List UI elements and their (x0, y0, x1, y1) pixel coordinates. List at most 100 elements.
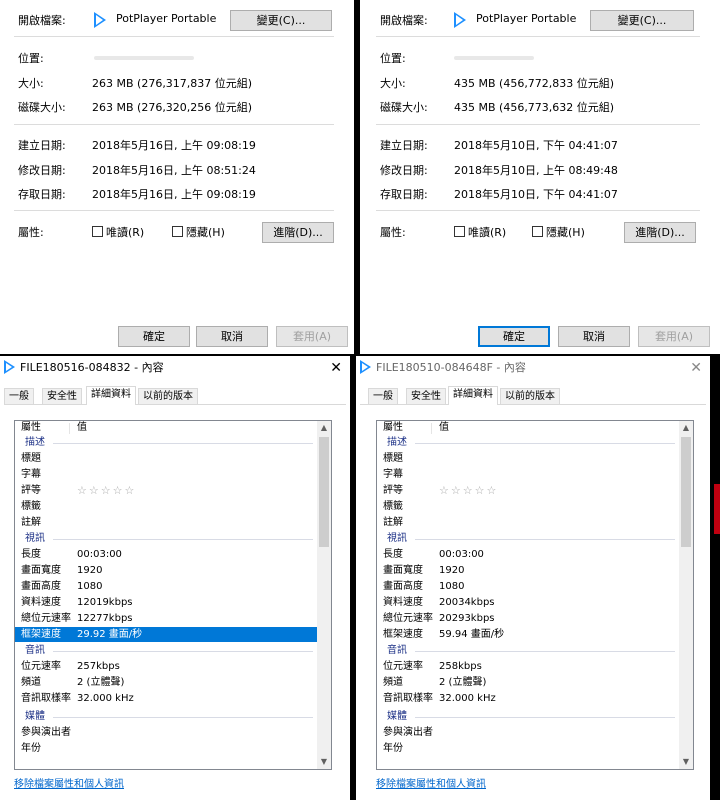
column-header-property[interactable]: 屬性 (21, 421, 41, 435)
tab-security[interactable]: 安全性 (42, 388, 82, 404)
column-header-property[interactable]: 屬性 (383, 421, 403, 435)
list-item[interactable]: 資料速度 12019kbps (15, 595, 317, 610)
list-item[interactable]: 註解 (15, 515, 317, 530)
list-item[interactable]: 音訊取樣率 32.000 kHz (15, 691, 317, 706)
tab-general[interactable]: 一般 (4, 388, 34, 404)
readonly-label[interactable]: 唯讀(R) (468, 224, 506, 240)
chevron-down-icon[interactable]: ▼ (317, 755, 331, 769)
group-media[interactable]: 媒體 (377, 709, 679, 724)
ok-button[interactable]: 確定 (478, 326, 550, 347)
title-bar: FILE180516-084832 - 內容 ✕ (0, 356, 350, 380)
ok-button[interactable]: 確定 (118, 326, 190, 347)
apply-button[interactable]: 套用(A) (638, 326, 710, 347)
list-item[interactable]: 年份 (15, 741, 317, 756)
hidden-checkbox[interactable] (532, 226, 543, 237)
readonly-label[interactable]: 唯讀(R) (106, 224, 144, 240)
disk-size-value: 435 MB (456,773,632 位元組) (454, 101, 615, 114)
list-item[interactable]: 評等 ☆☆☆☆☆ (377, 483, 679, 498)
group-video[interactable]: 視訊 (15, 531, 317, 546)
column-divider[interactable] (69, 423, 70, 434)
chevron-up-icon[interactable]: ▲ (679, 421, 693, 435)
potplayer-icon (94, 12, 106, 28)
advanced-button[interactable]: 進階(D)... (624, 222, 696, 243)
hidden-label[interactable]: 隱藏(H) (546, 224, 585, 240)
advanced-button[interactable]: 進階(D)... (262, 222, 334, 243)
list-item[interactable]: 畫面寬度 1920 (377, 563, 679, 578)
tab-previous-versions[interactable]: 以前的版本 (138, 388, 198, 404)
separator (14, 210, 334, 211)
size-label: 大小: (18, 77, 44, 90)
tab-general[interactable]: 一般 (368, 388, 398, 404)
close-icon[interactable]: ✕ (330, 356, 342, 380)
open-with-label: 開啟檔案: (380, 14, 428, 27)
tab-bar: 一般 安全性 詳細資料 以前的版本 (4, 386, 346, 405)
list-item[interactable]: 註解 (377, 515, 679, 530)
scrollbar[interactable]: ▲ ▼ (679, 421, 693, 769)
tab-security[interactable]: 安全性 (406, 388, 446, 404)
tab-details[interactable]: 詳細資料 (86, 386, 136, 405)
group-description[interactable]: 描述 (15, 435, 317, 450)
list-item[interactable]: 年份 (377, 741, 679, 756)
chevron-up-icon[interactable]: ▲ (317, 421, 331, 435)
list-item[interactable]: 總位元速率 20293kbps (377, 611, 679, 626)
group-audio[interactable]: 音訊 (377, 643, 679, 658)
created-value: 2018年5月16日, 上午 09:08:19 (92, 139, 256, 152)
list-item[interactable]: 位元速率 257kbps (15, 659, 317, 674)
list-item[interactable]: 長度 00:03:00 (377, 547, 679, 562)
readonly-checkbox[interactable] (92, 226, 103, 237)
list-item[interactable]: 參與演出者 (15, 725, 317, 740)
cancel-button[interactable]: 取消 (558, 326, 630, 347)
scrollbar-thumb[interactable] (681, 437, 691, 547)
readonly-checkbox[interactable] (454, 226, 465, 237)
property-list[interactable]: 屬性 值 描述 標題 字幕 評等 ☆☆☆☆☆ 標籤 註解 視訊 長度 00:03:0… (14, 420, 332, 770)
cancel-button[interactable]: 取消 (196, 326, 268, 347)
created-label: 建立日期: (18, 139, 66, 152)
group-video[interactable]: 視訊 (377, 531, 679, 546)
list-item[interactable]: 參與演出者 (377, 725, 679, 740)
column-divider[interactable] (431, 423, 432, 434)
list-item[interactable]: 評等 ☆☆☆☆☆ (15, 483, 317, 498)
property-list[interactable]: 屬性 值 描述 標題 字幕 評等 ☆☆☆☆☆ 標籤 註解 視訊 長度 00:03:0… (376, 420, 694, 770)
hidden-label[interactable]: 隱藏(H) (186, 224, 225, 240)
list-item-selected[interactable]: 框架速度 29.92 畫面/秒 (15, 627, 317, 642)
location-label: 位置: (380, 52, 406, 65)
list-item[interactable]: 頻道 2 (立體聲) (377, 675, 679, 690)
list-item[interactable]: 字幕 (15, 467, 317, 482)
scrollbar-thumb[interactable] (319, 437, 329, 547)
group-audio[interactable]: 音訊 (15, 643, 317, 658)
column-header-value[interactable]: 值 (439, 421, 449, 435)
list-item[interactable]: 長度 00:03:00 (15, 547, 317, 562)
column-header-value[interactable]: 值 (77, 421, 87, 435)
list-item[interactable]: 畫面高度 1080 (15, 579, 317, 594)
hidden-checkbox[interactable] (172, 226, 183, 237)
list-item[interactable]: 位元速率 258kbps (377, 659, 679, 674)
modified-label: 修改日期: (380, 164, 428, 177)
list-item[interactable]: 標題 (377, 451, 679, 466)
apply-button[interactable]: 套用(A) (276, 326, 348, 347)
list-item[interactable]: 標籤 (377, 499, 679, 514)
tab-details[interactable]: 詳細資料 (448, 386, 498, 405)
rating-stars[interactable]: ☆☆☆☆☆ (439, 483, 498, 498)
close-icon[interactable]: ✕ (690, 356, 702, 380)
list-item[interactable]: 畫面寬度 1920 (15, 563, 317, 578)
tab-previous-versions[interactable]: 以前的版本 (500, 388, 560, 404)
list-item[interactable]: 字幕 (377, 467, 679, 482)
group-media[interactable]: 媒體 (15, 709, 317, 724)
change-button[interactable]: 變更(C)... (590, 10, 694, 31)
list-item[interactable]: 資料速度 20034kbps (377, 595, 679, 610)
change-button[interactable]: 變更(C)... (230, 10, 332, 31)
group-description[interactable]: 描述 (377, 435, 679, 450)
list-item[interactable]: 框架速度 59.94 畫面/秒 (377, 627, 679, 642)
list-item[interactable]: 總位元速率 12277kbps (15, 611, 317, 626)
list-item[interactable]: 標題 (15, 451, 317, 466)
rating-stars[interactable]: ☆☆☆☆☆ (77, 483, 136, 498)
list-item[interactable]: 畫面高度 1080 (377, 579, 679, 594)
list-item[interactable]: 音訊取樣率 32.000 kHz (377, 691, 679, 706)
background-window-edge (714, 484, 720, 534)
remove-properties-link[interactable]: 移除檔案屬性和個人資訊 (14, 775, 124, 790)
list-item[interactable]: 頻道 2 (立體聲) (15, 675, 317, 690)
chevron-down-icon[interactable]: ▼ (679, 755, 693, 769)
scrollbar[interactable]: ▲ ▼ (317, 421, 331, 769)
remove-properties-link[interactable]: 移除檔案屬性和個人資訊 (376, 775, 486, 790)
list-item[interactable]: 標籤 (15, 499, 317, 514)
